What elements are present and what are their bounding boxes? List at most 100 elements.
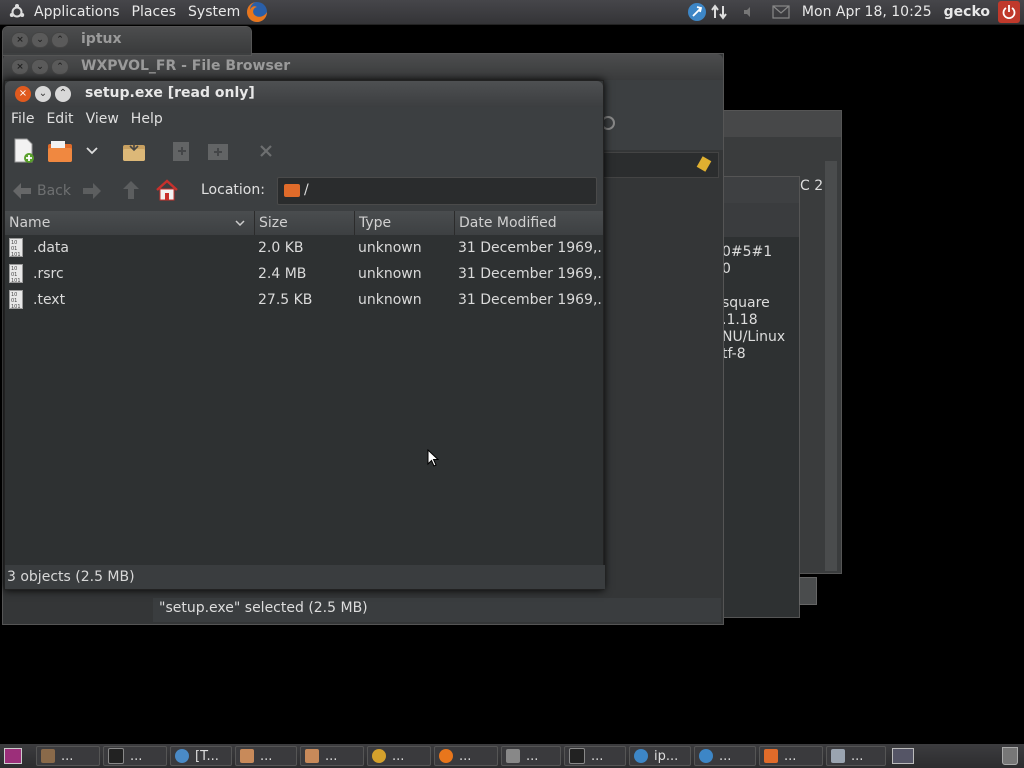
column-name-label: Name [9, 215, 51, 231]
file-size: 2.4 MB [258, 266, 307, 282]
column-date[interactable]: Date Modified [455, 211, 603, 235]
taskbar-item-label: ... [130, 748, 143, 764]
taskbar-item[interactable]: ... [103, 746, 167, 766]
taskbar-item[interactable]: ... [235, 746, 297, 766]
terminal-icon [569, 748, 585, 764]
column-size-label: Size [259, 215, 288, 231]
home-icon[interactable] [155, 179, 179, 205]
column-size[interactable]: Size [255, 211, 355, 235]
close-icon[interactable]: × [11, 59, 29, 75]
archive-icon [240, 749, 254, 763]
clock[interactable]: Mon Apr 18, 10:25 [802, 4, 932, 20]
user-name[interactable]: gecko [944, 4, 990, 20]
firefox-icon[interactable] [246, 1, 268, 23]
forward-arrow-icon[interactable] [81, 181, 103, 205]
terminal-icon [108, 748, 124, 764]
taskbar-item[interactable]: ... [694, 746, 756, 766]
file-date: 31 December 1969,... [458, 292, 603, 308]
iptux-icon [699, 749, 713, 763]
archive-icon [305, 749, 319, 763]
file-name: .text [33, 292, 66, 308]
chevron-down-icon[interactable] [79, 138, 105, 164]
file-list[interactable]: 10 01 101 .data 2.0 KB unknown 31 December… [5, 235, 603, 565]
file-browser-status: "setup.exe" selected (2.5 MB) [159, 600, 368, 616]
file-type: unknown [358, 292, 422, 308]
open-archive-icon[interactable] [47, 138, 73, 164]
archive-window[interactable]: × ⌄ ⌃ setup.exe [read only] File Edit Vi… [4, 80, 605, 590]
volume-icon[interactable] [738, 1, 760, 23]
location-value: / [304, 182, 309, 198]
minimize-icon[interactable]: ⌄ [31, 59, 49, 75]
drive-icon [831, 749, 845, 763]
firefox-icon [439, 749, 453, 763]
taskbar-item-label: [T... [195, 748, 219, 764]
window-title: iptux [81, 31, 122, 47]
menu-file[interactable]: File [5, 111, 40, 127]
network-icon[interactable] [708, 1, 730, 23]
add-files-icon [169, 138, 195, 164]
file-date: 31 December 1969,... [458, 240, 603, 256]
iptux-window[interactable]: × ⌄ ⌃ iptux [2, 26, 252, 56]
taskbar-item[interactable]: ip... [629, 746, 691, 766]
taskbar-item[interactable]: ... [434, 746, 498, 766]
taskbar-item[interactable]: ... [564, 746, 626, 766]
maximize-icon[interactable]: ⌃ [51, 32, 69, 48]
menu-edit[interactable]: Edit [40, 111, 79, 127]
column-type[interactable]: Type [355, 211, 455, 235]
taskbar-item[interactable]: ... [826, 746, 886, 766]
minimize-icon[interactable]: ⌄ [35, 86, 51, 102]
up-arrow-icon[interactable] [121, 179, 141, 205]
new-archive-icon[interactable] [11, 138, 37, 164]
file-name: .data [33, 240, 69, 256]
menu-bar: File Edit View Help [5, 107, 603, 131]
column-name[interactable]: Name [5, 211, 255, 235]
back-arrow-icon [13, 183, 31, 199]
top-panel: Applications Places System Mon Apr 18, 1… [0, 0, 1024, 25]
file-type: unknown [358, 240, 422, 256]
column-type-label: Type [359, 215, 392, 231]
taskbar-item[interactable]: ... [300, 746, 364, 766]
mail-icon[interactable] [770, 1, 792, 23]
power-icon[interactable] [998, 1, 1020, 23]
taskbar-item-label: ... [784, 748, 797, 764]
table-row[interactable]: 10 01 101 .rsrc 2.4 MB unknown 31 December… [5, 261, 603, 287]
workspace-switcher-icon[interactable] [892, 748, 914, 764]
taskbar-item[interactable]: ... [367, 746, 431, 766]
table-row[interactable]: 10 01 101 .data 2.0 KB unknown 31 December… [5, 235, 603, 261]
taskbar-item-label: ... [392, 748, 405, 764]
trash-icon[interactable] [1002, 747, 1018, 765]
close-icon[interactable]: × [15, 86, 31, 102]
bluetooth-icon[interactable] [686, 1, 708, 23]
partial-text-c2: C 2 [800, 178, 824, 194]
system-menu[interactable]: System [182, 0, 246, 24]
file-name: .rsrc [33, 266, 64, 282]
location-field[interactable]: / [277, 177, 597, 205]
minimize-icon[interactable]: ⌄ [31, 32, 49, 48]
show-desktop-icon[interactable] [4, 748, 22, 764]
places-menu[interactable]: Places [126, 0, 183, 24]
scrollbar[interactable] [825, 161, 837, 571]
taskbar-item-label: ... [61, 748, 74, 764]
taskbar-item[interactable]: ... [36, 746, 100, 766]
window-title: setup.exe [read only] [85, 85, 255, 101]
taskbar-item[interactable]: ... [501, 746, 561, 766]
mouse-cursor-icon [427, 449, 439, 467]
ubuntu-logo-icon[interactable] [6, 1, 28, 23]
maximize-icon[interactable]: ⌃ [51, 59, 69, 75]
partial-text-line: square [722, 295, 770, 311]
folder-icon [284, 184, 300, 197]
back-button[interactable]: Back [11, 179, 71, 203]
title-bar[interactable]: × ⌄ ⌃ setup.exe [read only] [5, 81, 603, 107]
taskbar-item[interactable]: [T... [170, 746, 232, 766]
menu-help[interactable]: Help [125, 111, 169, 127]
applications-menu[interactable]: Applications [28, 0, 126, 24]
menu-view[interactable]: View [80, 111, 125, 127]
close-icon[interactable]: × [11, 32, 29, 48]
status-bar: 3 objects (2.5 MB) [5, 565, 605, 589]
table-row[interactable]: 10 01 101 .text 27.5 KB unknown 31 Decembe… [5, 287, 603, 313]
extract-icon[interactable] [121, 138, 147, 164]
column-headers: Name Size Type Date Modified [5, 211, 603, 236]
taskbar-item[interactable]: ... [759, 746, 823, 766]
maximize-icon[interactable]: ⌃ [55, 86, 71, 102]
partial-text-line: 0#5#1 [722, 244, 773, 260]
